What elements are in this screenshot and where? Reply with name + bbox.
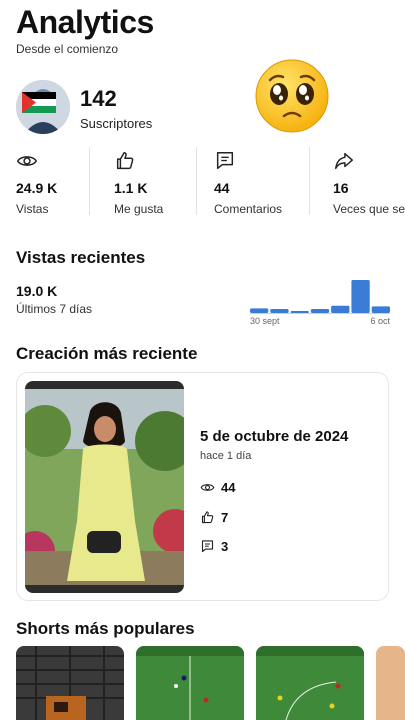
- stat-likes[interactable]: 1.1 K Me gusta: [114, 145, 194, 217]
- video-likes-count: 7: [221, 510, 229, 525]
- video-thumbnail[interactable]: [25, 381, 184, 593]
- video-comments: 3: [200, 537, 350, 557]
- share-arrow-icon: [335, 152, 353, 170]
- popular-shorts-heading: Shorts más populares: [16, 619, 195, 638]
- subscribers-count: 142: [80, 86, 117, 111]
- short-thumbnail-image: [16, 646, 124, 720]
- stat-shares[interactable]: 16 Veces que se: [333, 145, 405, 217]
- chart-bar: [270, 309, 289, 313]
- short-thumbnail[interactable]: [256, 646, 364, 720]
- thumbs-up-icon: [201, 511, 214, 524]
- chart-bar: [371, 306, 390, 313]
- stat-label: Comentarios: [214, 202, 283, 216]
- short-thumbnail[interactable]: [16, 646, 124, 720]
- recent-views-period: Últimos 7 días: [16, 302, 93, 316]
- video-date: 5 de octubre de 2024: [200, 428, 349, 445]
- video-age: hace 1 día: [200, 450, 252, 462]
- stat-views[interactable]: 24.9 K Vistas: [16, 145, 86, 217]
- video-thumbnail-image: [25, 381, 184, 593]
- video-views: 44: [200, 478, 350, 498]
- popular-shorts-row: [16, 646, 405, 720]
- eye-icon: [200, 484, 215, 491]
- recent-views-chart[interactable]: 30 sept 6 oct: [250, 276, 390, 328]
- latest-creation-heading: Creación más reciente: [16, 344, 198, 363]
- video-comments-count: 3: [221, 539, 229, 554]
- x-tick-label: 6 oct: [370, 316, 390, 326]
- avatar[interactable]: [16, 80, 70, 134]
- divider: [309, 147, 310, 215]
- pleading-face-icon: [255, 59, 329, 133]
- page-subtitle: Desde el comienzo: [16, 42, 119, 56]
- short-thumbnail-image: [256, 646, 364, 720]
- chart-bar: [310, 309, 330, 313]
- short-thumbnail[interactable]: [376, 646, 405, 720]
- stat-value: 1.1 K: [114, 180, 148, 196]
- eye-icon: [17, 156, 37, 166]
- channel-avatar-image: [16, 80, 70, 134]
- comment-icon: [201, 540, 214, 553]
- comment-icon: [216, 152, 234, 170]
- x-tick-label: 30 sept: [250, 316, 280, 326]
- stat-label: Veces que se: [333, 202, 405, 216]
- short-thumbnail-image: [376, 646, 405, 720]
- stat-label: Vistas: [16, 202, 49, 216]
- video-likes: 7: [200, 508, 350, 528]
- subscribers-label: Suscriptores: [80, 116, 153, 131]
- stat-value: 16: [333, 180, 349, 196]
- recent-views-count: 19.0 K: [16, 283, 58, 299]
- short-thumbnail[interactable]: [136, 646, 244, 720]
- short-thumbnail-image: [136, 646, 244, 720]
- stat-label: Me gusta: [114, 202, 164, 216]
- page-title: Analytics: [16, 4, 154, 40]
- chart-bar: [250, 308, 269, 313]
- divider: [196, 147, 197, 215]
- chart-bar: [351, 280, 370, 313]
- video-views-count: 44: [221, 480, 236, 495]
- latest-creation-card[interactable]: 5 de octubre de 2024 hace 1 día 44 7 3: [16, 372, 389, 601]
- stat-value: 24.9 K: [16, 180, 58, 196]
- stat-value: 44: [214, 180, 230, 196]
- stat-comments[interactable]: 44 Comentarios: [214, 145, 306, 217]
- chart-bar: [290, 311, 309, 313]
- thumbs-up-icon: [116, 152, 134, 170]
- chart-bar: [331, 305, 350, 313]
- divider: [89, 147, 90, 215]
- stats-row: 24.9 K Vistas 1.1 K Me gusta 44 Comentar…: [0, 145, 405, 217]
- recent-views-heading: Vistas recientes: [16, 248, 146, 267]
